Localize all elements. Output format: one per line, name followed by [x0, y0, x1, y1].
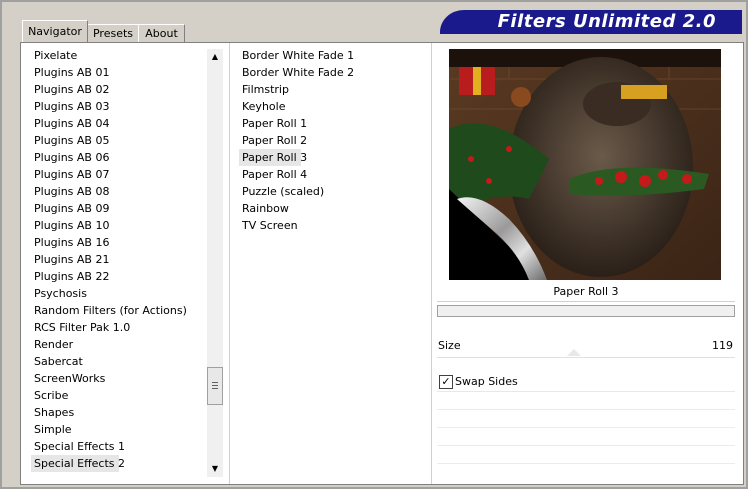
list-item[interactable]: RCS Filter Pak 1.0 [31, 319, 209, 336]
list-item[interactable]: Psychosis [31, 285, 209, 302]
filter-list[interactable]: Border White Fade 1 Border White Fade 2 … [239, 47, 425, 234]
size-value: 119 [712, 339, 733, 352]
preview-filter-name: Paper Roll 3 [437, 283, 735, 302]
column-divider [229, 43, 230, 484]
list-item-selected[interactable]: Paper Roll 3 [239, 149, 307, 166]
size-label: Size [438, 339, 461, 352]
list-item[interactable]: Render [31, 336, 209, 353]
list-item[interactable]: Paper Roll 4 [239, 166, 425, 183]
tab-about[interactable]: About [138, 24, 185, 42]
divider-line [437, 427, 735, 428]
category-list[interactable]: Pixelate Plugins AB 01 Plugins AB 02 Plu… [31, 47, 209, 481]
list-item[interactable]: Plugins AB 09 [31, 200, 209, 217]
filters-unlimited-window: Filters Unlimited 2.0 Navigator Presets … [0, 0, 748, 489]
tab-navigator[interactable]: Navigator [22, 20, 88, 42]
grip-line [212, 388, 218, 389]
list-item[interactable]: Plugins AB 10 [31, 217, 209, 234]
list-item[interactable]: Plugins AB 01 [31, 64, 209, 81]
swap-sides-checkbox[interactable]: ✓ [439, 375, 453, 389]
list-item[interactable]: Plugins AB 02 [31, 81, 209, 98]
list-item[interactable]: Plugins AB 07 [31, 166, 209, 183]
size-slider[interactable]: Size 119 [437, 335, 735, 358]
list-item[interactable]: Sabercat [31, 353, 209, 370]
slider-thumb-icon[interactable] [567, 349, 581, 356]
list-item[interactable]: Puzzle (scaled) [239, 183, 425, 200]
list-item-selected[interactable]: Special Effects 2 [31, 455, 125, 472]
divider-line [437, 409, 735, 410]
list-item[interactable]: Plugins AB 21 [31, 251, 209, 268]
list-item[interactable]: TV Screen [239, 217, 425, 234]
preview-artwork [449, 49, 721, 280]
divider-line [437, 445, 735, 446]
divider-line [437, 463, 735, 464]
swap-sides-row[interactable]: ✓ Swap Sides [437, 373, 735, 392]
tab-presets[interactable]: Presets [87, 24, 139, 42]
list-item[interactable]: Pixelate [31, 47, 209, 64]
title-banner: Filters Unlimited 2.0 [440, 10, 742, 34]
column-divider [431, 43, 432, 484]
scroll-down-arrow-icon[interactable]: ▼ [207, 461, 223, 477]
list-item[interactable]: Rainbow [239, 200, 425, 217]
scroll-up-arrow-icon[interactable]: ▲ [207, 49, 223, 65]
list-item[interactable]: Plugins AB 08 [31, 183, 209, 200]
app-title: Filters Unlimited 2.0 [497, 11, 716, 32]
list-item[interactable]: Special Effects 1 [31, 438, 209, 455]
list-item[interactable]: Border White Fade 2 [239, 64, 425, 81]
progress-bar [437, 305, 735, 317]
list-item[interactable]: Paper Roll 2 [239, 132, 425, 149]
list-item[interactable]: Scribe [31, 387, 209, 404]
list-item[interactable]: Plugins AB 04 [31, 115, 209, 132]
category-scrollbar[interactable]: ▲ ▼ [207, 49, 223, 477]
list-item[interactable]: Plugins AB 05 [31, 132, 209, 149]
navigator-panel: Pixelate Plugins AB 01 Plugins AB 02 Plu… [20, 42, 744, 485]
list-item[interactable]: Filmstrip [239, 81, 425, 98]
list-item[interactable]: Paper Roll 1 [239, 115, 425, 132]
grip-line [212, 385, 218, 386]
list-item[interactable]: Simple [31, 421, 209, 438]
list-item[interactable]: ScreenWorks [31, 370, 209, 387]
grip-line [212, 382, 218, 383]
list-item[interactable]: Random Filters (for Actions) [31, 302, 209, 319]
list-item[interactable]: Plugins AB 06 [31, 149, 209, 166]
scroll-thumb[interactable] [207, 367, 223, 405]
list-item[interactable]: Border White Fade 1 [239, 47, 425, 64]
list-item[interactable]: Shapes [31, 404, 209, 421]
list-item[interactable]: Keyhole [239, 98, 425, 115]
list-item[interactable]: Plugins AB 16 [31, 234, 209, 251]
list-item[interactable]: Plugins AB 22 [31, 268, 209, 285]
swap-sides-label: Swap Sides [455, 375, 518, 388]
filter-preview-image [449, 49, 721, 280]
list-item[interactable]: Plugins AB 03 [31, 98, 209, 115]
